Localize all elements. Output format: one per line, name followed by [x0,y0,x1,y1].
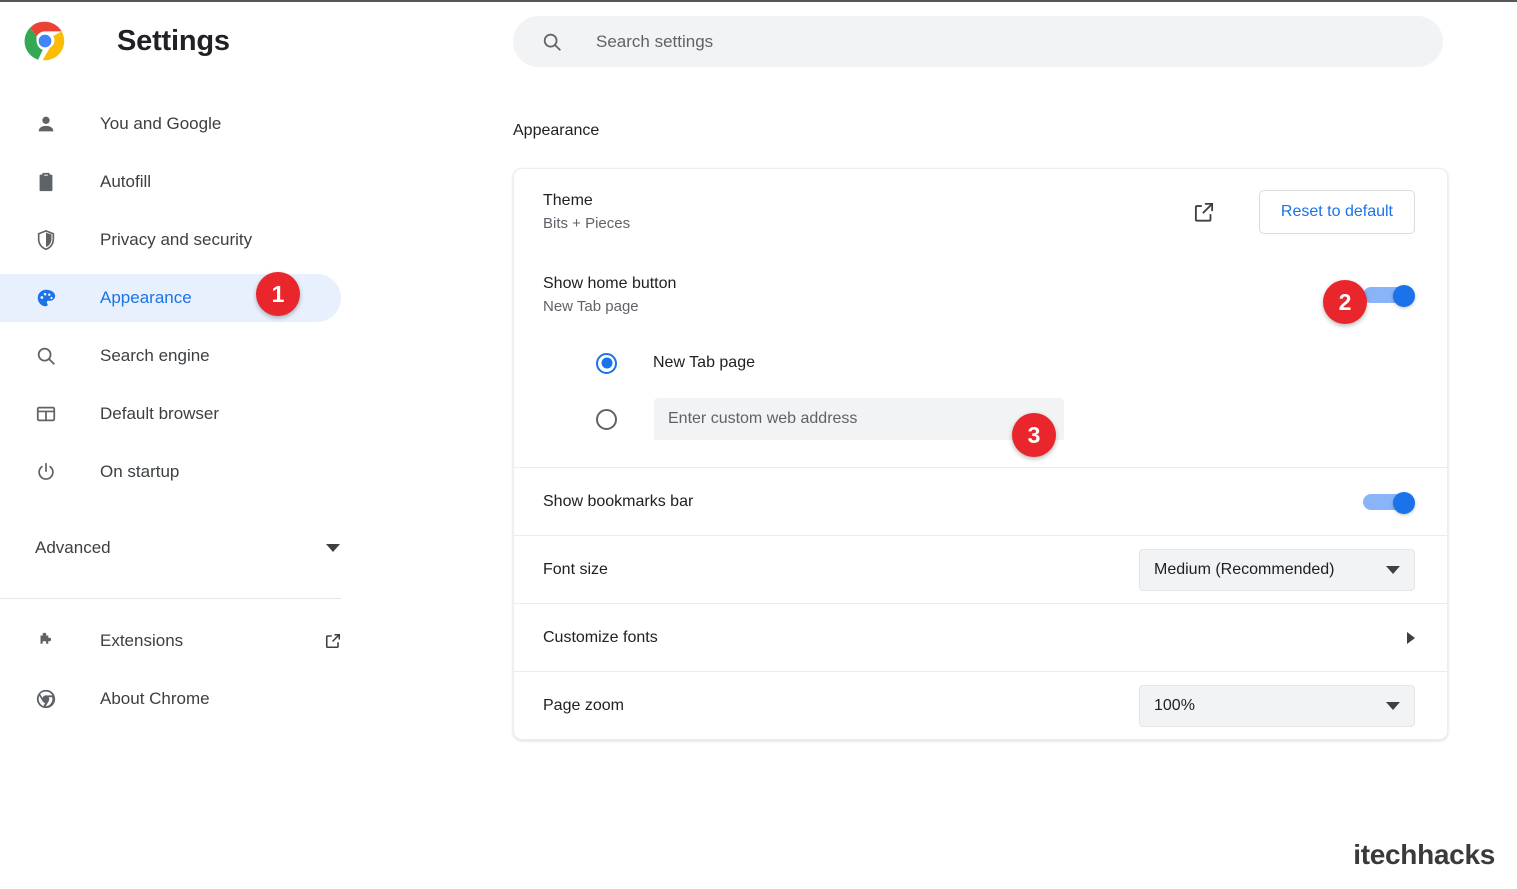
puzzle-piece-icon [35,630,57,652]
chevron-down-icon [326,544,340,552]
section-title-appearance: Appearance [513,122,599,140]
search-settings-bar[interactable]: Search settings [513,16,1443,67]
home-button-texts: Show home button New Tab page [543,273,676,318]
person-icon [35,113,57,135]
sidebar-item-label: Default browser [100,404,219,424]
shield-icon [35,229,57,251]
settings-main: Search settings Appearance Theme Bits + … [400,2,1517,889]
font-size-value: Medium (Recommended) [1154,561,1335,579]
appearance-settings-card: Theme Bits + Pieces Reset to default Sho… [513,168,1448,740]
home-button-subtitle: New Tab page [543,297,676,317]
bookmarks-bar-title: Show bookmarks bar [543,491,693,513]
sidebar-nav: You and Google Autofill Privacy and secu… [0,100,400,723]
palette-icon [35,287,57,309]
theme-row: Theme Bits + Pieces Reset to default [514,169,1447,255]
search-icon [35,345,57,367]
brand-header: Settings [0,2,400,80]
sidebar-item-extensions[interactable]: Extensions [0,617,400,665]
theme-title: Theme [543,190,630,212]
custom-web-address-radio[interactable] [596,409,617,430]
chrome-logo-icon [24,20,66,62]
sidebar-item-label: Search engine [100,346,210,366]
power-icon [35,461,57,483]
browser-window-icon [35,403,57,425]
sidebar-item-label: You and Google [100,114,221,134]
sidebar-item-label: Appearance [100,288,192,308]
sidebar-item-label: Autofill [100,172,151,192]
chevron-down-icon [1386,702,1400,710]
sidebar-item-about-chrome[interactable]: About Chrome [0,675,400,723]
page-zoom-row: Page zoom 100% [514,671,1447,739]
theme-subtitle: Bits + Pieces [543,214,630,234]
sidebar-item-privacy-and-security[interactable]: Privacy and security [0,216,400,264]
external-link-icon[interactable] [1191,199,1217,225]
sidebar-advanced-toggle[interactable]: Advanced [0,524,400,572]
page-title: Settings [117,25,230,58]
sidebar-item-autofill[interactable]: Autofill [0,158,400,206]
sidebar-item-label: On startup [100,462,179,482]
reset-to-default-button[interactable]: Reset to default [1259,190,1415,234]
settings-sidebar: Settings You and Google Autofill [0,2,400,889]
sidebar-item-default-browser[interactable]: Default browser [0,390,400,438]
sidebar-item-label: Privacy and security [100,230,252,250]
new-tab-page-option-row[interactable]: New Tab page [514,335,1447,391]
show-bookmarks-bar-toggle[interactable] [1363,492,1415,512]
clipboard-icon [35,171,57,193]
show-bookmarks-bar-row: Show bookmarks bar [514,467,1447,535]
search-input[interactable]: Search settings [596,32,713,52]
theme-texts: Theme Bits + Pieces [543,190,630,235]
custom-web-address-input[interactable] [654,398,1064,440]
watermark: itechhacks [1353,839,1495,871]
home-button-title: Show home button [543,273,676,295]
annotation-badge-1: 1 [256,272,300,316]
custom-web-address-option-row[interactable] [514,391,1447,447]
new-tab-page-label: New Tab page [653,354,755,372]
sidebar-item-label: About Chrome [100,689,210,709]
search-icon [541,31,563,53]
sidebar-item-you-and-google[interactable]: You and Google [0,100,400,148]
sidebar-divider [0,598,341,599]
annotation-badge-3: 3 [1012,413,1056,457]
sidebar-item-search-engine[interactable]: Search engine [0,332,400,380]
sidebar-item-on-startup[interactable]: On startup [0,448,400,496]
font-size-title: Font size [543,559,608,581]
chrome-outline-icon [35,688,57,710]
chevron-down-icon [1386,566,1400,574]
new-tab-page-radio[interactable] [596,353,617,374]
show-home-button-row: Show home button New Tab page [514,255,1447,335]
annotation-badge-2: 2 [1323,280,1367,324]
page-zoom-value: 100% [1154,697,1195,715]
font-size-dropdown[interactable]: Medium (Recommended) [1139,549,1415,591]
toggle-knob [1393,285,1415,307]
customize-fonts-row[interactable]: Customize fonts [514,603,1447,671]
show-home-button-toggle[interactable] [1363,285,1415,305]
external-link-icon[interactable] [323,631,343,651]
sidebar-item-label: Extensions [100,631,183,651]
chevron-right-icon[interactable] [1407,632,1415,644]
customize-fonts-title: Customize fonts [543,627,658,649]
show-home-button-block: Show home button New Tab page New Tab pa… [514,255,1447,467]
font-size-row: Font size Medium (Recommended) [514,535,1447,603]
advanced-label: Advanced [35,538,111,558]
page-zoom-dropdown[interactable]: 100% [1139,685,1415,727]
toggle-knob [1393,492,1415,514]
page-zoom-title: Page zoom [543,695,624,717]
